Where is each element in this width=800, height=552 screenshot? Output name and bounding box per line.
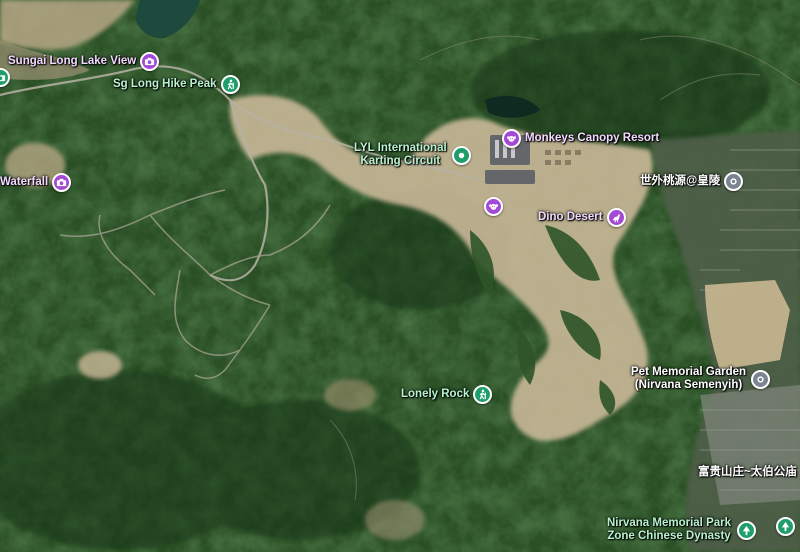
poi-label: Sungai Long Lake View (8, 55, 137, 67)
poi-monkeys-canopy-resort[interactable]: Monkeys Canopy Resort (502, 129, 659, 148)
poi-shiwai-taoyuan[interactable]: 世外桃源@皇陵 (640, 172, 744, 191)
place-pin-icon (751, 369, 771, 389)
map-canvas[interactable]: Sungai Long Lake View Sg Long Hike Peak … (0, 0, 800, 552)
poi-label-line: Karting Circuit (360, 155, 441, 167)
poi-label: Monkeys Canopy Resort (525, 132, 660, 144)
poi-label: Waterfall (0, 176, 49, 188)
poi-label-line: Zone Chinese Dynasty (607, 530, 731, 542)
poi-label: Dino Desert (538, 211, 603, 223)
poi-label-line: LYL International (354, 142, 447, 154)
poi-lyl-karting[interactable]: LYL International Karting Circuit (354, 142, 471, 168)
camera-icon (140, 52, 160, 71)
poi-sg-long-hike-peak[interactable]: Sg Long Hike Peak (113, 75, 240, 94)
poi-fugui-shanzhuang[interactable]: 富贵山庄~太伯公庙 (698, 466, 797, 479)
poi-label: Lonely Rock (401, 388, 470, 400)
monkey-icon (502, 129, 521, 148)
poi-label-line: Nirvana Memorial Park (607, 517, 732, 529)
hiker-icon (220, 75, 240, 94)
poi-edge-tree[interactable] (776, 517, 795, 536)
poi-label: Pet Memorial Garden (Nirvana Semenyih) (631, 366, 746, 392)
poi-pet-memorial-garden[interactable]: Pet Memorial Garden (Nirvana Semenyih) (631, 366, 771, 392)
poi-label-line: Pet Memorial Garden (631, 366, 747, 378)
poi-lonely-rock[interactable]: Lonely Rock (401, 385, 493, 404)
circle-dot-icon (451, 145, 471, 165)
poi-label: Sg Long Hike Peak (113, 78, 217, 90)
poi-label: 世外桃源@皇陵 (640, 175, 721, 187)
poi-nirvana-memorial-park[interactable]: Nirvana Memorial Park Zone Chinese Dynas… (607, 517, 757, 543)
monkey-icon (484, 197, 503, 216)
tree-icon (737, 520, 757, 540)
camera-icon (0, 68, 10, 87)
hiker-icon (473, 385, 493, 404)
poi-waterfall[interactable]: Waterfall (0, 173, 72, 192)
poi-edge-camera[interactable] (0, 68, 10, 87)
poi-label: Nirvana Memorial Park Zone Chinese Dynas… (607, 517, 731, 543)
tree-icon (776, 517, 795, 536)
poi-label: LYL International Karting Circuit (354, 142, 447, 168)
poi-unnamed-attraction[interactable] (484, 197, 503, 216)
poi-dino-desert[interactable]: Dino Desert (538, 208, 626, 227)
poi-label-line: (Nirvana Semenyih) (634, 379, 743, 391)
poi-label: 富贵山庄~太伯公庙 (698, 466, 797, 478)
poi-sungai-long-lake-view[interactable]: Sungai Long Lake View (8, 52, 160, 71)
place-pin-icon (724, 172, 744, 191)
dino-icon (606, 208, 626, 227)
camera-icon (52, 173, 72, 192)
